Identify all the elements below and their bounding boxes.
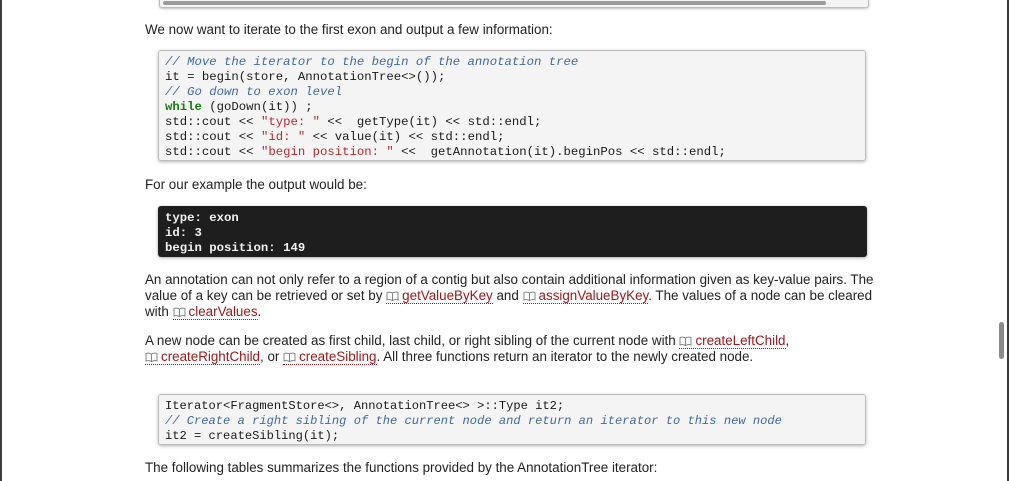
code-line: std::cout << "type: " << getType(it) << … xyxy=(165,115,865,130)
link-label: createLeftChild xyxy=(695,333,786,348)
window-left-border xyxy=(0,0,2,481)
code-line: Iterator<FragmentStore<>, AnnotationTree… xyxy=(165,399,565,413)
output-line: id: 3 xyxy=(165,226,202,240)
tables-intro-paragraph: The following tables summarizes the func… xyxy=(145,460,658,475)
code-keyword: while xyxy=(165,100,202,114)
link-label: assignValueByKey xyxy=(538,288,649,303)
link-assign-value-by-key[interactable]: assignValueByKey xyxy=(522,288,649,304)
code-string: "begin position: " xyxy=(260,145,394,159)
documentation-page: We now want to iterate to the first exon… xyxy=(0,0,1009,481)
link-create-left-child[interactable]: createLeftChild xyxy=(679,333,786,349)
code-horizontal-scrollbar[interactable] xyxy=(163,1,826,5)
output-line: type: exon xyxy=(165,211,239,225)
paragraph-text: . All three functions return an iterator… xyxy=(376,349,754,364)
link-create-right-child[interactable]: createRightChild xyxy=(145,349,260,365)
paragraph-text: and xyxy=(492,288,523,303)
code-line: std::cout << "begin position: " << getAn… xyxy=(165,145,865,160)
vertical-scrollbar-thumb[interactable] xyxy=(999,322,1004,359)
code-block-iterate: // Move the iterator to the begin of the… xyxy=(158,50,866,161)
paragraph-text: . xyxy=(257,304,262,319)
code-line: it2 = createSibling(it); xyxy=(165,429,340,443)
link-get-value-by-key[interactable]: getValueByKey xyxy=(386,288,493,304)
code-text: (goDown(it)) ; xyxy=(201,100,313,114)
book-icon xyxy=(145,352,158,362)
code-text: std::cout << xyxy=(165,130,261,144)
book-icon xyxy=(679,336,692,346)
code-comment: // Create a right sibling of the current… xyxy=(165,414,782,428)
book-icon xyxy=(283,352,296,362)
code-string: "type: " xyxy=(260,115,320,129)
code-string: "id: " xyxy=(260,130,306,144)
paragraph-text: , or xyxy=(260,349,284,364)
link-create-sibling[interactable]: createSibling xyxy=(283,349,377,365)
paragraph-text: A new node can be created as first child… xyxy=(145,333,680,348)
link-clear-values[interactable]: clearValues xyxy=(172,304,258,320)
paragraph-text: , xyxy=(785,333,790,348)
code-text: << value(it) << std::endl; xyxy=(305,130,505,144)
code-text: std::cout << xyxy=(165,115,261,129)
book-icon xyxy=(173,307,185,317)
link-label: createSibling xyxy=(299,349,377,364)
link-label: clearValues xyxy=(188,304,258,319)
output-line: begin position: 149 xyxy=(165,241,306,255)
link-label: getValueByKey xyxy=(402,288,493,303)
code-text: << getType(it) << std::endl; xyxy=(319,115,542,129)
code-line: it = begin(store, AnnotationTree<>()); xyxy=(165,70,446,84)
code-line: std::cout << "id: " << value(it) << std:… xyxy=(165,130,865,145)
code-comment: // Move the iterator to the begin of the… xyxy=(165,55,579,69)
program-output-block: type: exon id: 3 begin position: 149 xyxy=(158,206,867,257)
code-text: std::cout << xyxy=(165,145,261,159)
code-text: << getAnnotation(it).beginPos << std::en… xyxy=(393,145,726,159)
code-comment: // Go down to exon level xyxy=(165,85,343,99)
link-label: createRightChild xyxy=(161,349,260,364)
previous-code-block xyxy=(159,0,869,8)
intro-paragraph: We now want to iterate to the first exon… xyxy=(145,22,553,37)
book-icon xyxy=(386,291,399,301)
annotation-values-paragraph: An annotation can not only refer to a re… xyxy=(145,272,880,320)
code-line: while (goDown(it)) ; xyxy=(165,100,865,115)
create-node-paragraph: A new node can be created as first child… xyxy=(145,333,880,365)
book-icon xyxy=(523,291,535,301)
output-intro-paragraph: For our example the output would be: xyxy=(145,177,367,192)
code-block-create-sibling: Iterator<FragmentStore<>, AnnotationTree… xyxy=(158,394,866,445)
